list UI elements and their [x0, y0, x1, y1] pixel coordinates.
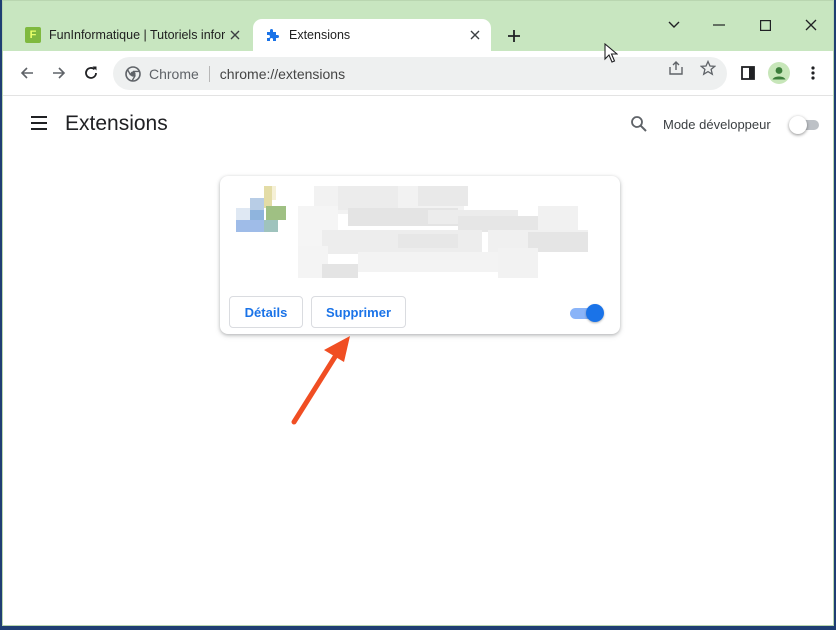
new-tab-plus-icon[interactable]: [503, 25, 525, 47]
mouse-cursor-icon: [604, 43, 618, 63]
close-tab-icon[interactable]: [225, 25, 245, 45]
extension-enabled-toggle[interactable]: [570, 304, 604, 322]
toggle-knob: [586, 304, 604, 322]
extensions-header: Extensions Mode développeur: [3, 97, 833, 153]
tab-funinformatique[interactable]: F FunInformatique | Tutoriels informatiq…: [13, 19, 251, 51]
close-window-icon[interactable]: [799, 13, 823, 37]
omnibox-url[interactable]: chrome://extensions: [220, 66, 345, 82]
profile-avatar-icon[interactable]: [767, 61, 791, 85]
maximize-icon[interactable]: [753, 13, 777, 37]
remove-button[interactable]: Supprimer: [311, 296, 406, 328]
details-button[interactable]: Détails: [229, 296, 303, 328]
developer-mode-label: Mode développeur: [663, 117, 771, 132]
funinformatique-favicon-icon: F: [25, 27, 41, 43]
tab-strip: F FunInformatique | Tutoriels informatiq…: [3, 1, 833, 51]
tab-search-chevron-down-icon[interactable]: [662, 13, 686, 37]
address-bar[interactable]: Chrome chrome://extensions: [113, 57, 727, 90]
bookmark-star-icon[interactable]: [699, 59, 717, 77]
page-title: Extensions: [65, 112, 168, 135]
more-menu-icon[interactable]: [801, 61, 825, 85]
omnibox-divider: [208, 65, 210, 82]
red-arrow-icon: [291, 336, 350, 425]
side-panel-icon[interactable]: [736, 61, 760, 85]
browser-window: F FunInformatique | Tutoriels informatiq…: [2, 0, 834, 626]
search-icon[interactable]: [630, 115, 648, 133]
puzzle-icon: [265, 27, 281, 43]
toggle-knob: [789, 116, 807, 134]
omnibox-site-label: Chrome: [149, 65, 199, 82]
hamburger-menu-icon[interactable]: [29, 115, 49, 131]
close-tab-icon[interactable]: [465, 25, 485, 45]
tab-title: FunInformatique | Tutoriels informatique: [49, 28, 225, 42]
browser-toolbar: Chrome chrome://extensions: [3, 51, 833, 96]
reload-icon[interactable]: [79, 61, 103, 85]
developer-mode-toggle[interactable]: [789, 116, 821, 134]
chrome-logo-icon: [125, 65, 141, 82]
extension-logo-icon: [236, 186, 286, 232]
tab-extensions[interactable]: Extensions: [253, 19, 491, 51]
blurred-extension-info: [298, 186, 588, 278]
back-arrow-icon[interactable]: [15, 61, 39, 85]
forward-arrow-icon[interactable]: [47, 61, 71, 85]
extension-card: Détails Supprimer: [220, 176, 620, 334]
minimize-icon[interactable]: [707, 13, 731, 37]
tab-title: Extensions: [289, 28, 351, 42]
share-icon[interactable]: [667, 59, 685, 77]
